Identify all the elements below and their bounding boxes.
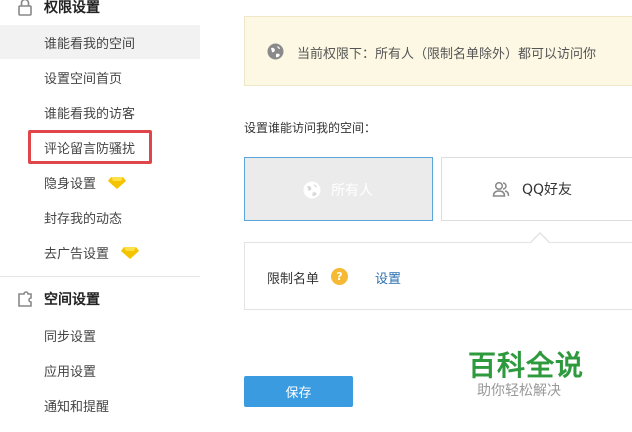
section-title-space-settings: 空间设置	[44, 292, 100, 308]
save-button[interactable]: 保存	[244, 376, 353, 407]
sidebar-item-label: 通知和提醒	[44, 399, 110, 415]
sidebar-item-label: 谁能看我的空间	[44, 36, 136, 52]
sidebar-item-archive-feed[interactable]: 封存我的动态	[0, 200, 200, 234]
restriction-settings-link[interactable]: 设置	[375, 268, 401, 287]
globe-icon	[267, 43, 284, 60]
watermark-title: 百科全说	[468, 349, 585, 382]
sidebar-item-label: 同步设置	[44, 329, 97, 345]
sidebar-item-stealth[interactable]: 隐身设置	[0, 165, 200, 199]
diamond-icon	[121, 247, 139, 259]
lock-icon	[18, 0, 32, 16]
friends-icon	[492, 181, 510, 197]
watermark-subtitle: 助你轻松解决	[477, 383, 561, 399]
notice-text: 当前权限下：所有人（限制名单除外）都可以访问你	[297, 47, 597, 62]
sidebar-item-space-homepage[interactable]: 设置空间首页	[0, 60, 200, 94]
restriction-label: 限制名单	[267, 272, 320, 287]
option-label: 所有人	[331, 183, 373, 199]
access-question-label: 设置谁能访问我的空间：	[244, 121, 377, 135]
sidebar-item-anti-harassment[interactable]: 评论留言防骚扰	[0, 130, 200, 164]
sidebar-item-notifications[interactable]: 通知和提醒	[0, 388, 200, 422]
help-icon[interactable]: ?	[331, 268, 348, 285]
sidebar-item-label: 评论留言防骚扰	[44, 141, 136, 157]
restriction-panel: 限制名单 ? 设置	[244, 242, 632, 310]
sidebar-item-apps[interactable]: 应用设置	[0, 353, 200, 387]
sidebar-item-label: 应用设置	[44, 364, 97, 380]
sidebar-item-label: 去广告设置	[44, 246, 110, 262]
sidebar-divider	[0, 276, 200, 277]
sidebar: 权限设置 谁能看我的空间 设置空间首页 谁能看我的访客 评论留言防骚扰 隐身设置…	[0, 0, 200, 432]
sidebar-item-label: 隐身设置	[44, 176, 97, 192]
option-everyone[interactable]: 所有人	[244, 157, 433, 221]
option-qq-friends[interactable]: QQ好友	[441, 157, 632, 221]
diamond-icon	[108, 177, 126, 189]
section-title-permissions: 权限设置	[44, 0, 100, 16]
sidebar-item-sync[interactable]: 同步设置	[0, 318, 200, 352]
option-label: QQ好友	[522, 182, 573, 198]
sidebar-item-label: 设置空间首页	[44, 71, 123, 87]
permission-notice: 当前权限下：所有人（限制名单除外）都可以访问你	[244, 16, 632, 86]
pointer-arrow-fill	[530, 234, 550, 244]
puzzle-icon	[18, 291, 32, 307]
sidebar-item-label: 封存我的动态	[44, 211, 123, 227]
sidebar-item-remove-ads[interactable]: 去广告设置	[0, 235, 200, 269]
sidebar-item-who-can-view-space[interactable]: 谁能看我的空间	[0, 25, 200, 59]
main-panel: 当前权限下：所有人（限制名单除外）都可以访问你 设置谁能访问我的空间： 所有人 …	[200, 0, 632, 432]
globe-icon	[303, 181, 321, 199]
sidebar-item-label: 谁能看我的访客	[44, 106, 136, 122]
sidebar-item-who-can-view-visitors[interactable]: 谁能看我的访客	[0, 95, 200, 129]
